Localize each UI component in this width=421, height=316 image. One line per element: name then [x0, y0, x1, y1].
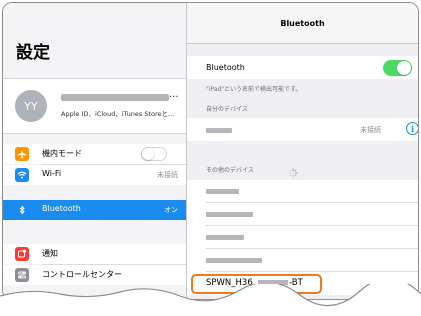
sidebar-item-label: 通知	[42, 249, 58, 258]
sidebar-item-label: 機内モード	[42, 149, 82, 158]
redacted-device-name	[206, 258, 262, 263]
device-connection-status: 未接続	[360, 126, 381, 134]
redacted-device-name	[206, 212, 253, 217]
my-devices-header: 自分のデバイス	[206, 106, 248, 113]
airplane-icon	[15, 147, 29, 161]
device-row[interactable]	[187, 249, 418, 272]
airplane-mode-toggle[interactable]	[141, 147, 167, 161]
bluetooth-toggle-label: Bluetooth	[206, 63, 245, 72]
sidebar-item-wifi[interactable]: Wi-Fi 未接続	[3, 165, 186, 185]
sidebar-item-label: コントロールセンター	[42, 270, 122, 279]
device-row[interactable]	[187, 180, 418, 203]
redacted-device-name	[206, 189, 239, 194]
detail-title: Bluetooth	[280, 19, 325, 28]
redacted-device-name	[206, 128, 232, 133]
sidebar-item-airplane-mode[interactable]: 機内モード	[3, 144, 186, 164]
control-center-icon	[15, 268, 29, 282]
other-devices-header: その他のデバイス	[206, 165, 298, 178]
bluetooth-icon	[15, 203, 29, 217]
my-device-row[interactable]: 未接続 i	[187, 118, 418, 141]
notification-icon	[15, 247, 29, 261]
apple-id-profile[interactable]: YY ... Apple ID、iCloud、iTunes Storeと...	[3, 78, 186, 134]
toggle-knob	[397, 61, 411, 75]
avatar: YY	[15, 90, 47, 122]
torn-edge	[0, 284, 421, 316]
sidebar-item-notifications[interactable]: 通知	[3, 244, 186, 264]
ipad-settings-screen: 設定 YY ... Apple ID、iCloud、iTunes Storeと.…	[2, 2, 419, 300]
sidebar-item-bluetooth[interactable]: Bluetooth オン	[3, 200, 186, 220]
device-row[interactable]	[187, 226, 418, 249]
loading-spinner-icon	[288, 168, 298, 178]
page-title: 設定	[16, 43, 50, 63]
detail-header: Bluetooth	[187, 3, 418, 44]
info-icon[interactable]: i	[406, 122, 418, 135]
toggle-knob	[142, 148, 154, 160]
bluetooth-toggle[interactable]	[383, 60, 412, 76]
wifi-status: 未接続	[157, 171, 178, 179]
sidebar-item-label: Wi-Fi	[42, 169, 62, 178]
redacted-device-name	[206, 235, 244, 240]
sidebar-item-label: Bluetooth	[42, 204, 81, 213]
bluetooth-toggle-row: Bluetooth	[187, 56, 418, 79]
sidebar-item-control-center[interactable]: コントロールセンター	[3, 265, 186, 285]
redacted-account-name	[61, 94, 169, 101]
settings-sidebar: 設定 YY ... Apple ID、iCloud、iTunes Storeと.…	[3, 3, 187, 299]
device-row[interactable]	[187, 203, 418, 226]
wifi-icon	[15, 168, 29, 182]
discoverable-note: "iPad"という名前で検出可能です。	[206, 86, 302, 93]
account-name-ellipsis: ...	[169, 89, 179, 100]
profile-subtitle: Apple ID、iCloud、iTunes Storeと...	[61, 110, 175, 118]
bluetooth-detail-panel: Bluetooth Bluetooth "iPad"という名前で検出可能です。 …	[187, 3, 418, 299]
bluetooth-status: オン	[164, 206, 178, 214]
